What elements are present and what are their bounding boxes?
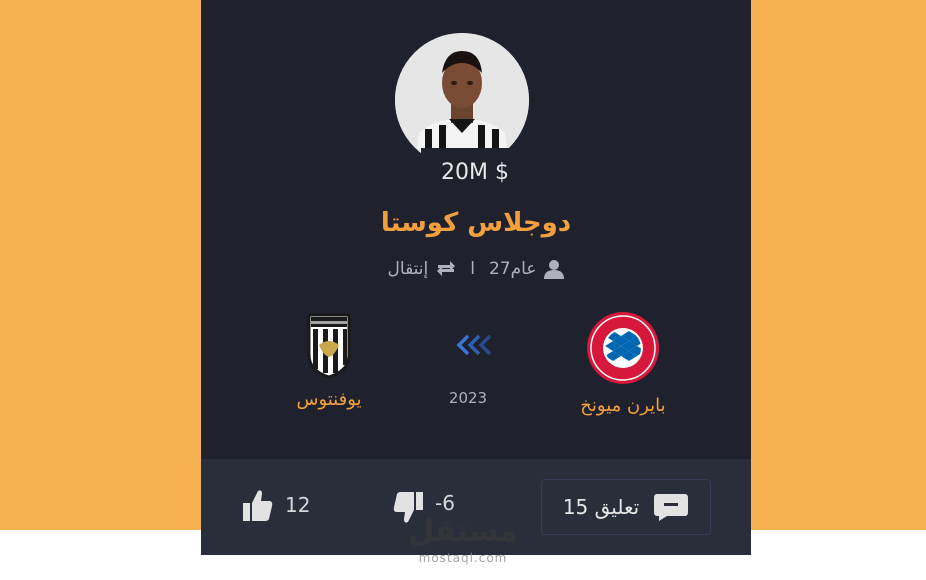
comment-icon bbox=[654, 494, 689, 521]
user-icon bbox=[544, 260, 565, 279]
direction-arrows-icon bbox=[456, 334, 492, 356]
transfer-type-text: إنتقال bbox=[387, 259, 429, 279]
age-text: عام27 bbox=[488, 259, 537, 279]
player-meta: عام27 ا إنتقال bbox=[201, 255, 751, 283]
comments-label: تعليق 15 bbox=[562, 495, 640, 519]
watermark-latin: mostaql.com bbox=[418, 551, 508, 565]
player-avatar bbox=[395, 33, 529, 167]
watermark-arabic: مستقل bbox=[408, 514, 518, 549]
from-club[interactable]: بايرن ميونخ bbox=[563, 311, 683, 416]
transfer-type: إنتقال bbox=[378, 259, 467, 279]
likes-count: 12 bbox=[285, 493, 311, 517]
bayern-logo bbox=[587, 312, 659, 384]
comments-button[interactable]: تعليق 15 bbox=[541, 479, 711, 535]
like-button[interactable]: 12 bbox=[243, 487, 310, 523]
mostaql-watermark: مستقل mostaql.com bbox=[405, 515, 521, 570]
juventus-logo bbox=[307, 313, 351, 379]
transfer-card: 20M $ دوجلاس كوستا عام27 ا إنتقال بايرن … bbox=[201, 0, 751, 555]
to-club[interactable]: يوفنتوس bbox=[269, 311, 389, 410]
transfer-year: 2023 bbox=[448, 389, 488, 407]
thumbs-up-icon bbox=[243, 490, 273, 521]
price-badge: 20M $ bbox=[421, 148, 529, 196]
player-name[interactable]: دوجلاس كوستا bbox=[201, 208, 751, 238]
from-club-name: بايرن ميونخ bbox=[580, 395, 666, 416]
meta-separator: ا bbox=[470, 259, 475, 279]
age-info: عام27 bbox=[479, 259, 575, 279]
dislikes-count: -6 bbox=[435, 491, 455, 515]
transfer-icon bbox=[437, 261, 456, 276]
to-club-name: يوفنتوس bbox=[296, 389, 362, 410]
